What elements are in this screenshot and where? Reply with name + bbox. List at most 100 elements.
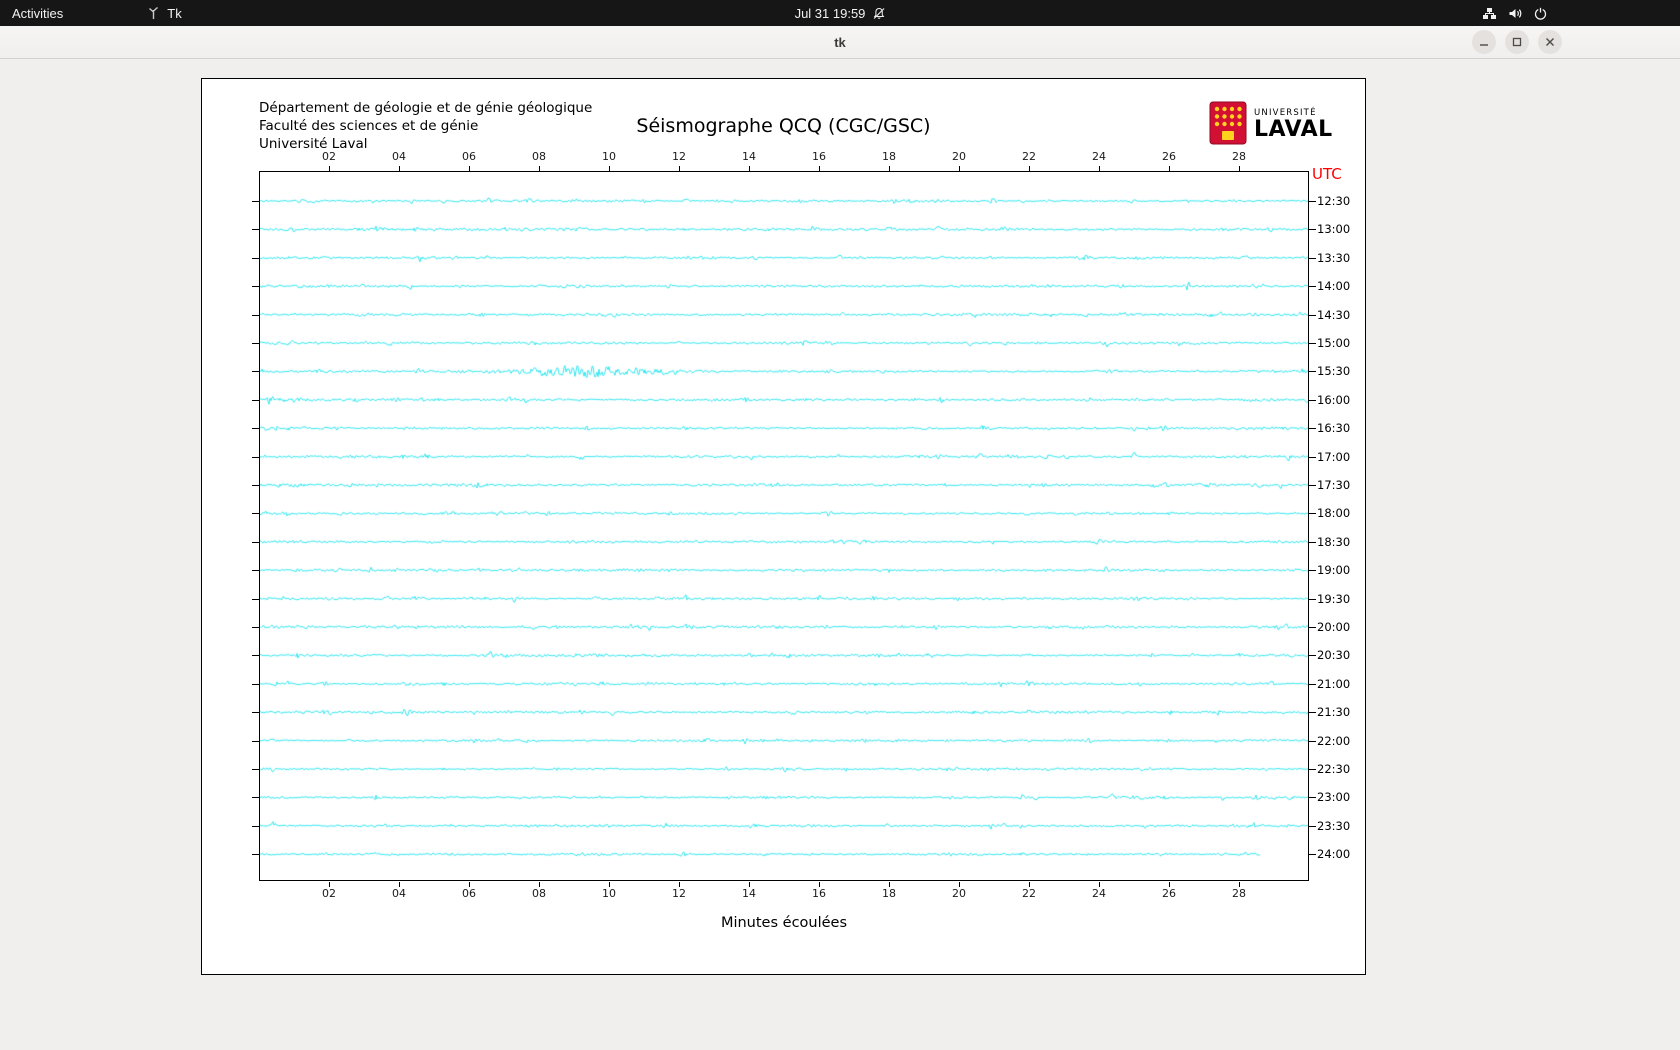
x-tick-label-top: 26 [1162, 150, 1176, 163]
activities-button[interactable]: Activities [0, 0, 75, 26]
x-tick-label-bottom: 02 [322, 887, 336, 900]
row-tick-right [1309, 598, 1316, 600]
x-tick-bottom [1239, 882, 1240, 887]
x-axis-title: Minutes écoulées [720, 915, 848, 931]
utc-time-label: 22:00 [1317, 733, 1351, 748]
utc-time-label: 21:30 [1317, 705, 1351, 720]
utc-time-label: 16:30 [1317, 421, 1351, 436]
row-tick-right [1309, 456, 1316, 458]
row-tick-right [1309, 627, 1316, 628]
row-tick-left [252, 797, 259, 799]
utc-time-label: 22:30 [1317, 762, 1351, 776]
row-tick-left [252, 456, 259, 458]
clock-button[interactable]: Jul 31 19:59 [783, 0, 898, 26]
x-tick-bottom [819, 882, 820, 887]
utc-time-label: 13:30 [1317, 250, 1351, 265]
row-tick-left [252, 683, 259, 685]
seismogram-traces [259, 171, 1309, 881]
x-tick-label-top: 24 [1092, 150, 1106, 163]
row-tick-left [252, 428, 259, 430]
row-tick-left [252, 712, 259, 714]
x-tick-label-bottom: 12 [672, 887, 686, 900]
x-tick-bottom [609, 882, 610, 887]
window-titlebar[interactable]: tk [0, 26, 1680, 59]
x-tick-label-top: 22 [1022, 150, 1036, 163]
utc-time-label: 15:30 [1317, 364, 1351, 379]
utc-time-label: 16:00 [1317, 392, 1351, 407]
x-tick-bottom [1029, 882, 1030, 887]
x-tick-bottom [679, 882, 680, 887]
utc-time-label: 14:00 [1317, 279, 1351, 294]
utc-time-label: 13:00 [1317, 222, 1351, 237]
app-menu-label: Tk [167, 5, 182, 21]
utc-time-label: 20:30 [1317, 648, 1351, 663]
app-menu-button[interactable]: Tk [135, 0, 193, 26]
row-tick-right [1309, 541, 1316, 543]
row-tick-left [252, 399, 259, 401]
utc-time-label: 17:30 [1317, 478, 1351, 492]
row-tick-right [1309, 286, 1316, 288]
row-tick-left [252, 286, 259, 288]
row-tick-right [1309, 229, 1316, 231]
utc-time-label: 20:00 [1317, 620, 1351, 634]
utc-time-label: 14:30 [1317, 307, 1351, 322]
row-tick-left [252, 570, 259, 572]
row-tick-right [1309, 201, 1316, 202]
x-tick-bottom [889, 882, 890, 887]
x-tick-label-top: 08 [532, 150, 546, 163]
power-icon [1534, 7, 1547, 20]
row-tick-right [1309, 797, 1316, 799]
seismograph-panel: Département de géologie et de génie géol… [201, 78, 1366, 975]
minimize-button[interactable] [1472, 30, 1496, 54]
maximize-button[interactable] [1505, 30, 1529, 54]
row-tick-left [252, 598, 259, 600]
row-tick-left [252, 314, 259, 316]
utc-time-label: 18:00 [1317, 506, 1351, 521]
row-tick-right [1309, 428, 1316, 430]
row-tick-right [1309, 513, 1316, 515]
x-tick-label-bottom: 14 [742, 887, 756, 900]
x-tick-label-bottom: 06 [462, 887, 476, 900]
row-tick-left [252, 740, 259, 742]
x-tick-label-bottom: 08 [532, 887, 546, 900]
utc-time-label: 23:30 [1317, 818, 1351, 833]
x-tick-label-bottom: 16 [812, 887, 826, 900]
x-tick-bottom [749, 882, 750, 887]
row-tick-right [1309, 683, 1316, 685]
close-button[interactable] [1538, 30, 1562, 54]
clock-label: Jul 31 19:59 [794, 5, 866, 21]
row-tick-left [252, 513, 259, 515]
row-tick-left [252, 229, 259, 231]
x-tick-bottom [329, 882, 330, 887]
x-tick-bottom [469, 882, 470, 887]
row-tick-left [252, 854, 259, 856]
utc-time-label: 24:00 [1317, 847, 1351, 862]
x-tick-label-top: 18 [882, 150, 896, 163]
x-tick-label-top: 02 [322, 150, 336, 163]
utc-time-label: 15:00 [1317, 336, 1351, 350]
x-tick-label-bottom: 22 [1022, 887, 1036, 900]
x-tick-bottom [539, 882, 540, 887]
row-tick-right [1309, 343, 1316, 344]
x-tick-label-bottom: 04 [392, 887, 406, 900]
x-tick-label-top: 28 [1232, 150, 1246, 163]
x-tick-label-top: 06 [462, 150, 476, 163]
x-tick-label-bottom: 28 [1232, 887, 1246, 900]
x-tick-bottom [399, 882, 400, 887]
gnome-topbar: Activities Tk Jul 31 19:59 [0, 0, 1680, 26]
row-tick-right [1309, 825, 1316, 827]
volume-icon [1508, 7, 1523, 20]
x-tick-label-top: 04 [392, 150, 406, 163]
x-tick-label-bottom: 26 [1162, 887, 1176, 900]
row-tick-left [252, 627, 259, 628]
row-tick-left [252, 769, 259, 770]
row-tick-right [1309, 371, 1316, 373]
x-tick-bottom [1099, 882, 1100, 887]
system-status-area[interactable] [1469, 0, 1560, 26]
utc-time-label: 19:00 [1317, 563, 1351, 578]
row-tick-left [252, 343, 259, 344]
x-tick-label-bottom: 24 [1092, 887, 1106, 900]
row-tick-left [252, 257, 259, 259]
x-tick-label-bottom: 10 [602, 887, 616, 900]
utc-time-label: 12:30 [1317, 194, 1351, 208]
